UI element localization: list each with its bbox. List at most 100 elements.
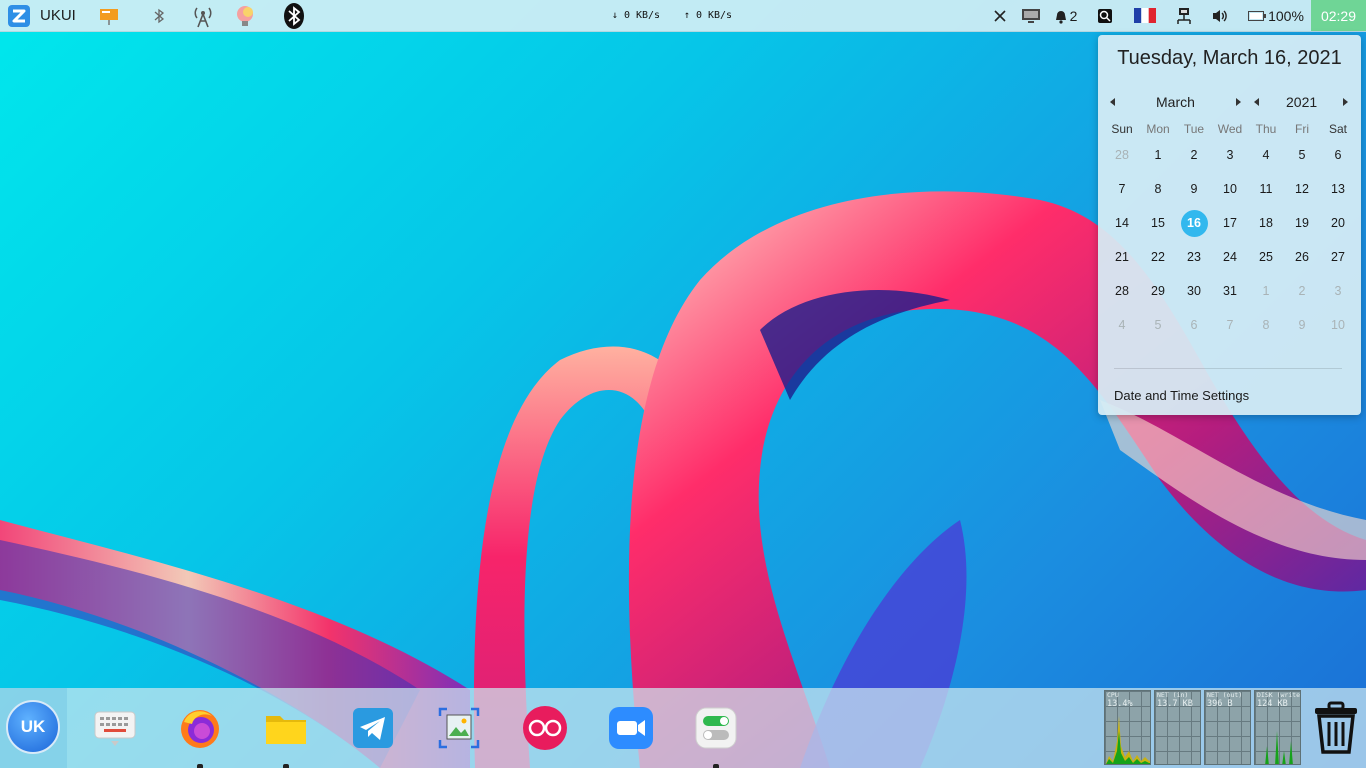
close-icon[interactable] [990, 0, 1010, 31]
calendar-day[interactable]: 17 [1212, 216, 1248, 230]
weekday-label: Sat [1328, 122, 1347, 136]
calendar-day[interactable]: 10 [1212, 182, 1248, 196]
calendar-day-number: 10 [1223, 182, 1237, 196]
calendar-day[interactable]: 13 [1320, 182, 1356, 196]
telegram-icon[interactable] [351, 706, 395, 750]
calendar-day[interactable]: 28 [1104, 284, 1140, 298]
calendar-day[interactable]: 19 [1284, 216, 1320, 230]
calendar-day[interactable]: 7 [1212, 318, 1248, 332]
calendar-day-today[interactable]: 16 [1176, 209, 1212, 237]
calendar-day[interactable]: 1 [1248, 284, 1284, 298]
zoom-icon[interactable] [608, 706, 653, 750]
bluetooth-small-icon[interactable] [148, 0, 170, 31]
firefox-icon[interactable] [178, 706, 222, 750]
calendar-grid: Sun Mon Tue Wed Thu Fri Sat 28 1 2 3 4 5 6 7 8 9 1… [1104, 120, 1356, 342]
calendar-day[interactable]: 6 [1320, 148, 1356, 162]
notification-button[interactable]: 2 [1050, 0, 1080, 31]
monitor-value: 124 KB [1257, 699, 1288, 709]
network-download-speed: ↓ 0 KB/s [611, 10, 661, 21]
monitor-label: NET (in) [1157, 691, 1189, 699]
next-year-arrow[interactable] [1343, 98, 1348, 106]
app-tray-icon[interactable] [1094, 0, 1116, 31]
calendar-day[interactable]: 20 [1320, 216, 1356, 230]
calendar-day[interactable]: 27 [1320, 250, 1356, 264]
calendar-day[interactable]: 30 [1176, 284, 1212, 298]
screenshot-icon[interactable] [437, 706, 481, 750]
calendar-day[interactable]: 4 [1248, 148, 1284, 162]
calendar-day[interactable]: 11 [1248, 182, 1284, 196]
keyboard-icon[interactable] [93, 706, 137, 750]
calendar-day-number: 31 [1223, 284, 1237, 298]
calendar-day[interactable]: 6 [1176, 318, 1212, 332]
calendar-day[interactable]: 7 [1104, 182, 1140, 196]
file-manager-icon[interactable] [264, 706, 308, 750]
calendar-week-row: 21 22 23 24 25 26 27 [1104, 240, 1356, 274]
calendar-day-number: 8 [1154, 182, 1162, 196]
calendar-day[interactable]: 9 [1284, 318, 1320, 332]
calendar-day[interactable]: 28 [1104, 148, 1140, 162]
calendar-day[interactable]: 2 [1284, 284, 1320, 298]
flickr-icon[interactable] [522, 706, 567, 750]
calendar-day[interactable]: 31 [1212, 284, 1248, 298]
screen-icon[interactable] [1019, 0, 1043, 31]
calendar-day[interactable]: 29 [1140, 284, 1176, 298]
calendar-day[interactable]: 5 [1140, 318, 1176, 332]
weekday-header: Sun Mon Tue Wed Thu Fri Sat [1104, 120, 1356, 138]
network-wired-icon[interactable] [1172, 0, 1196, 31]
brain-bulb-icon[interactable] [232, 0, 260, 31]
france-flag-icon[interactable] [1132, 0, 1158, 31]
weekday-label: Wed [1217, 122, 1243, 136]
calendar-day[interactable]: 14 [1104, 216, 1140, 230]
calendar-day[interactable]: 9 [1176, 182, 1212, 196]
calendar-day[interactable]: 12 [1284, 182, 1320, 196]
prev-year-arrow[interactable] [1254, 98, 1259, 106]
calendar-day[interactable]: 8 [1248, 318, 1284, 332]
calendar-month[interactable]: March [1156, 93, 1195, 111]
calendar-day[interactable]: 3 [1320, 284, 1356, 298]
disk-write-monitor[interactable]: DISK (write) 124 KB [1254, 690, 1301, 765]
calendar-day[interactable]: 15 [1140, 216, 1176, 230]
calendar-day[interactable]: 2 [1176, 148, 1212, 162]
calendar-day-number: 14 [1115, 216, 1129, 230]
monitor-label: NET (out) [1207, 691, 1243, 699]
calendar-day-number: 2 [1298, 284, 1306, 298]
start-menu-button[interactable]: UKUI [8, 0, 78, 31]
calendar-day-number: 5 [1298, 148, 1306, 162]
date-time-settings-link[interactable]: Date and Time Settings [1114, 388, 1249, 403]
calendar-popup: Tuesday, March 16, 2021 March 2021 Sun M… [1098, 35, 1361, 415]
calendar-day-number: 8 [1262, 318, 1270, 332]
calendar-day[interactable]: 21 [1104, 250, 1140, 264]
trash-icon[interactable] [1311, 700, 1361, 756]
wifi-antenna-icon[interactable] [190, 0, 216, 31]
calendar-day[interactable]: 23 [1176, 250, 1212, 264]
weekday-label: Sun [1111, 122, 1133, 136]
presentation-board-icon[interactable] [96, 0, 122, 31]
calendar-day[interactable]: 26 [1284, 250, 1320, 264]
calendar-day[interactable]: 8 [1140, 182, 1176, 196]
calendar-day[interactable]: 10 [1320, 318, 1356, 332]
calendar-week-row: 14 15 16 17 18 19 20 [1104, 206, 1356, 240]
bluetooth-icon[interactable] [281, 0, 307, 31]
calendar-day[interactable]: 18 [1248, 216, 1284, 230]
calendar-day[interactable]: 22 [1140, 250, 1176, 264]
next-month-arrow[interactable] [1236, 98, 1241, 106]
calendar-day-number: 1 [1154, 148, 1162, 162]
prev-month-arrow[interactable] [1110, 98, 1115, 106]
calendar-day[interactable]: 1 [1140, 148, 1176, 162]
start-menu-logo-button[interactable]: UK [6, 700, 60, 754]
calendar-year[interactable]: 2021 [1286, 93, 1317, 111]
calendar-day-number: 26 [1295, 250, 1309, 264]
calendar-day[interactable]: 5 [1284, 148, 1320, 162]
net-in-monitor[interactable]: NET (in) 13.7 KB [1154, 690, 1201, 765]
volume-icon[interactable] [1208, 0, 1232, 31]
calendar-day[interactable]: 3 [1212, 148, 1248, 162]
calendar-day[interactable]: 24 [1212, 250, 1248, 264]
panel-clock[interactable]: 02:29 [1311, 0, 1366, 31]
calendar-day[interactable]: 25 [1248, 250, 1284, 264]
taskbar: UK CPU 13.4% NET (in) 13.7 KB NET (out) … [0, 688, 1366, 768]
net-out-monitor[interactable]: NET (out) 396 B [1204, 690, 1251, 765]
cpu-monitor[interactable]: CPU 13.4% [1104, 690, 1151, 765]
settings-toggle-icon[interactable] [694, 706, 738, 750]
battery-indicator[interactable]: 100% [1246, 0, 1306, 31]
calendar-day[interactable]: 4 [1104, 318, 1140, 332]
